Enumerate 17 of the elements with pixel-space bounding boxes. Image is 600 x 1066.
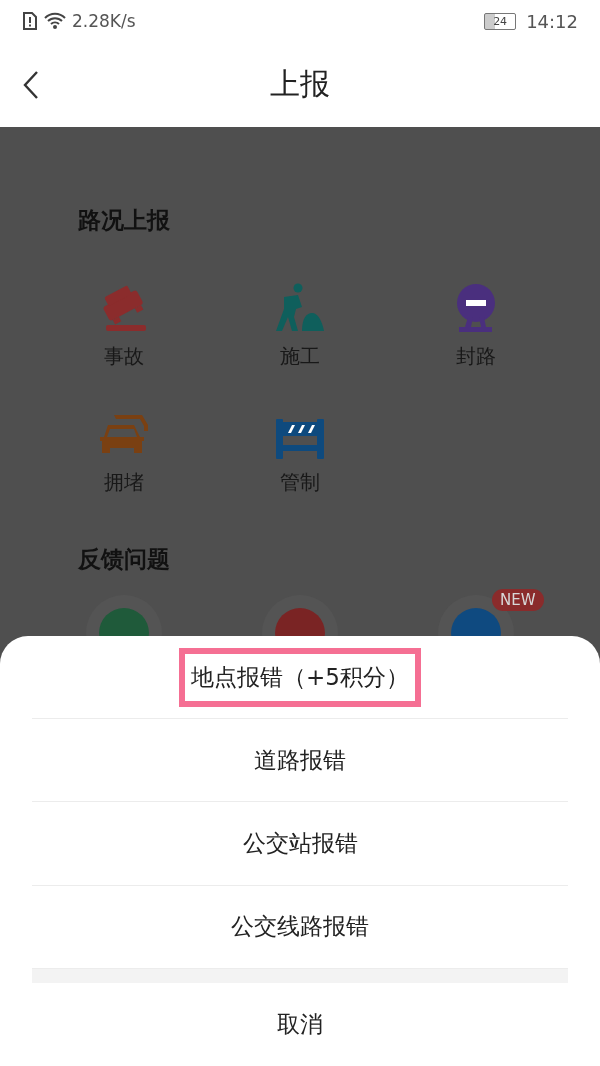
sheet-option[interactable]: 公交线路报错 [219, 897, 381, 957]
barrier-icon[interactable] [276, 419, 324, 459]
network-speed: 2.28K/s [72, 11, 136, 31]
sheet-option[interactable]: 地点报错（+5积分） [179, 647, 421, 707]
clock: 14:12 [526, 10, 578, 32]
sheet-option[interactable]: 公交站报错 [230, 814, 370, 874]
wifi-icon [44, 12, 66, 30]
new-badge: NEW [492, 589, 544, 611]
section-title: 路况上报 [78, 206, 171, 235]
category-label: 封路 [456, 343, 496, 370]
battery-icon: 24 [484, 12, 517, 30]
cancel-button[interactable]: 取消 [32, 982, 568, 1066]
section-title: 反馈问题 [78, 545, 171, 574]
page-title: 上报 [270, 65, 330, 103]
sheet-option[interactable]: 道路报错 [242, 730, 358, 790]
no-entry-sign-icon[interactable] [455, 283, 497, 333]
sim-alert-icon [22, 12, 38, 30]
